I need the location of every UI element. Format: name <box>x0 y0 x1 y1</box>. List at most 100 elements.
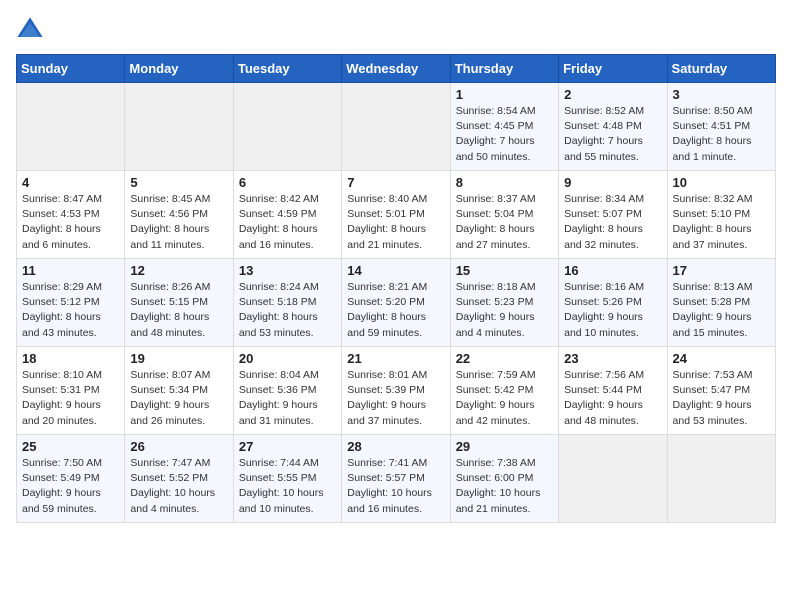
calendar-cell: 9 Sunrise: 8:34 AM Sunset: 5:07 PM Daylig… <box>559 171 667 259</box>
calendar: SundayMondayTuesdayWednesdayThursdayFrid… <box>16 54 776 523</box>
logo <box>16 16 48 44</box>
day-number: 11 <box>22 263 119 278</box>
day-info: Sunrise: 7:53 AM Sunset: 5:47 PM Dayligh… <box>673 368 770 429</box>
day-info: Sunrise: 8:24 AM Sunset: 5:18 PM Dayligh… <box>239 280 336 341</box>
day-number: 3 <box>673 87 770 102</box>
calendar-cell: 16 Sunrise: 8:16 AM Sunset: 5:26 PM Dayli… <box>559 259 667 347</box>
calendar-cell: 26 Sunrise: 7:47 AM Sunset: 5:52 PM Dayli… <box>125 435 233 523</box>
day-number: 9 <box>564 175 661 190</box>
weekday-header-friday: Friday <box>559 55 667 83</box>
calendar-cell: 21Sunrise: 8:01 AM Sunset: 5:39 PM Dayli… <box>342 347 450 435</box>
weekday-header-saturday: Saturday <box>667 55 775 83</box>
calendar-cell: 5 Sunrise: 8:45 AM Sunset: 4:56 PM Daylig… <box>125 171 233 259</box>
day-number: 20 <box>239 351 336 366</box>
day-number: 24 <box>673 351 770 366</box>
day-info: Sunrise: 8:47 AM Sunset: 4:53 PM Dayligh… <box>22 192 119 253</box>
weekday-header-wednesday: Wednesday <box>342 55 450 83</box>
day-info: Sunrise: 8:40 AM Sunset: 5:01 PM Dayligh… <box>347 192 444 253</box>
calendar-cell: 3 Sunrise: 8:50 AM Sunset: 4:51 PM Daylig… <box>667 83 775 171</box>
day-info: Sunrise: 8:10 AM Sunset: 5:31 PM Dayligh… <box>22 368 119 429</box>
calendar-cell: 19 Sunrise: 8:07 AM Sunset: 5:34 PM Dayli… <box>125 347 233 435</box>
calendar-cell: 18 Sunrise: 8:10 AM Sunset: 5:31 PM Dayli… <box>17 347 125 435</box>
header <box>16 16 776 44</box>
weekday-header-sunday: Sunday <box>17 55 125 83</box>
calendar-cell: 22 Sunrise: 7:59 AM Sunset: 5:42 PM Dayli… <box>450 347 558 435</box>
calendar-cell: 11 Sunrise: 8:29 AM Sunset: 5:12 PM Dayli… <box>17 259 125 347</box>
day-info: Sunrise: 8:29 AM Sunset: 5:12 PM Dayligh… <box>22 280 119 341</box>
day-number: 8 <box>456 175 553 190</box>
day-info: Sunrise: 7:38 AM Sunset: 6:00 PM Dayligh… <box>456 456 553 517</box>
day-number: 17 <box>673 263 770 278</box>
day-info: Sunrise: 7:56 AM Sunset: 5:44 PM Dayligh… <box>564 368 661 429</box>
day-info: Sunrise: 8:32 AM Sunset: 5:10 PM Dayligh… <box>673 192 770 253</box>
calendar-cell: 20 Sunrise: 8:04 AM Sunset: 5:36 PM Dayli… <box>233 347 341 435</box>
day-number: 10 <box>673 175 770 190</box>
day-info: Sunrise: 8:34 AM Sunset: 5:07 PM Dayligh… <box>564 192 661 253</box>
calendar-cell <box>559 435 667 523</box>
day-number: 25 <box>22 439 119 454</box>
calendar-cell: 12Sunrise: 8:26 AM Sunset: 5:15 PM Dayli… <box>125 259 233 347</box>
day-info: Sunrise: 8:21 AM Sunset: 5:20 PM Dayligh… <box>347 280 444 341</box>
day-info: Sunrise: 8:42 AM Sunset: 4:59 PM Dayligh… <box>239 192 336 253</box>
day-number: 26 <box>130 439 227 454</box>
day-number: 27 <box>239 439 336 454</box>
day-info: Sunrise: 8:50 AM Sunset: 4:51 PM Dayligh… <box>673 104 770 165</box>
calendar-cell: 29 Sunrise: 7:38 AM Sunset: 6:00 PM Dayli… <box>450 435 558 523</box>
calendar-cell: 2 Sunrise: 8:52 AM Sunset: 4:48 PM Daylig… <box>559 83 667 171</box>
calendar-cell: 28 Sunrise: 7:41 AM Sunset: 5:57 PM Dayli… <box>342 435 450 523</box>
calendar-cell <box>125 83 233 171</box>
calendar-cell: 13 Sunrise: 8:24 AM Sunset: 5:18 PM Dayli… <box>233 259 341 347</box>
calendar-cell: 15 Sunrise: 8:18 AM Sunset: 5:23 PM Dayli… <box>450 259 558 347</box>
day-info: Sunrise: 8:37 AM Sunset: 5:04 PM Dayligh… <box>456 192 553 253</box>
calendar-cell: 4 Sunrise: 8:47 AM Sunset: 4:53 PM Daylig… <box>17 171 125 259</box>
day-info: Sunrise: 8:18 AM Sunset: 5:23 PM Dayligh… <box>456 280 553 341</box>
calendar-cell: 1 Sunrise: 8:54 AM Sunset: 4:45 PM Daylig… <box>450 83 558 171</box>
day-info: Sunrise: 7:59 AM Sunset: 5:42 PM Dayligh… <box>456 368 553 429</box>
day-info: Sunrise: 7:47 AM Sunset: 5:52 PM Dayligh… <box>130 456 227 517</box>
day-info: Sunrise: 8:16 AM Sunset: 5:26 PM Dayligh… <box>564 280 661 341</box>
day-info: Sunrise: 8:04 AM Sunset: 5:36 PM Dayligh… <box>239 368 336 429</box>
calendar-cell: 27 Sunrise: 7:44 AM Sunset: 5:55 PM Dayli… <box>233 435 341 523</box>
calendar-cell: 6 Sunrise: 8:42 AM Sunset: 4:59 PM Daylig… <box>233 171 341 259</box>
day-info: Sunrise: 8:13 AM Sunset: 5:28 PM Dayligh… <box>673 280 770 341</box>
day-number: 15 <box>456 263 553 278</box>
day-info: Sunrise: 8:45 AM Sunset: 4:56 PM Dayligh… <box>130 192 227 253</box>
calendar-cell: 8 Sunrise: 8:37 AM Sunset: 5:04 PM Daylig… <box>450 171 558 259</box>
day-info: Sunrise: 8:52 AM Sunset: 4:48 PM Dayligh… <box>564 104 661 165</box>
day-number: 13 <box>239 263 336 278</box>
calendar-cell <box>667 435 775 523</box>
day-number: 19 <box>130 351 227 366</box>
day-number: 29 <box>456 439 553 454</box>
logo-icon <box>16 16 44 44</box>
weekday-header-monday: Monday <box>125 55 233 83</box>
day-number: 22 <box>456 351 553 366</box>
day-number: 4 <box>22 175 119 190</box>
day-info: Sunrise: 7:44 AM Sunset: 5:55 PM Dayligh… <box>239 456 336 517</box>
calendar-cell <box>342 83 450 171</box>
day-number: 5 <box>130 175 227 190</box>
calendar-cell: 17 Sunrise: 8:13 AM Sunset: 5:28 PM Dayli… <box>667 259 775 347</box>
calendar-cell <box>233 83 341 171</box>
day-number: 21 <box>347 351 444 366</box>
day-number: 16 <box>564 263 661 278</box>
day-number: 2 <box>564 87 661 102</box>
calendar-cell <box>17 83 125 171</box>
calendar-cell: 10 Sunrise: 8:32 AM Sunset: 5:10 PM Dayli… <box>667 171 775 259</box>
day-info: Sunrise: 7:41 AM Sunset: 5:57 PM Dayligh… <box>347 456 444 517</box>
day-number: 1 <box>456 87 553 102</box>
day-number: 7 <box>347 175 444 190</box>
day-number: 18 <box>22 351 119 366</box>
day-number: 6 <box>239 175 336 190</box>
day-info: Sunrise: 8:26 AM Sunset: 5:15 PM Dayligh… <box>130 280 227 341</box>
calendar-cell: 7 Sunrise: 8:40 AM Sunset: 5:01 PM Daylig… <box>342 171 450 259</box>
day-info: Sunrise: 8:07 AM Sunset: 5:34 PM Dayligh… <box>130 368 227 429</box>
weekday-header-tuesday: Tuesday <box>233 55 341 83</box>
calendar-cell: 25 Sunrise: 7:50 AM Sunset: 5:49 PM Dayli… <box>17 435 125 523</box>
weekday-header-thursday: Thursday <box>450 55 558 83</box>
day-number: 28 <box>347 439 444 454</box>
day-info: Sunrise: 8:54 AM Sunset: 4:45 PM Dayligh… <box>456 104 553 165</box>
day-number: 14 <box>347 263 444 278</box>
calendar-cell: 14 Sunrise: 8:21 AM Sunset: 5:20 PM Dayli… <box>342 259 450 347</box>
calendar-cell: 24 Sunrise: 7:53 AM Sunset: 5:47 PM Dayli… <box>667 347 775 435</box>
day-info: Sunrise: 7:50 AM Sunset: 5:49 PM Dayligh… <box>22 456 119 517</box>
